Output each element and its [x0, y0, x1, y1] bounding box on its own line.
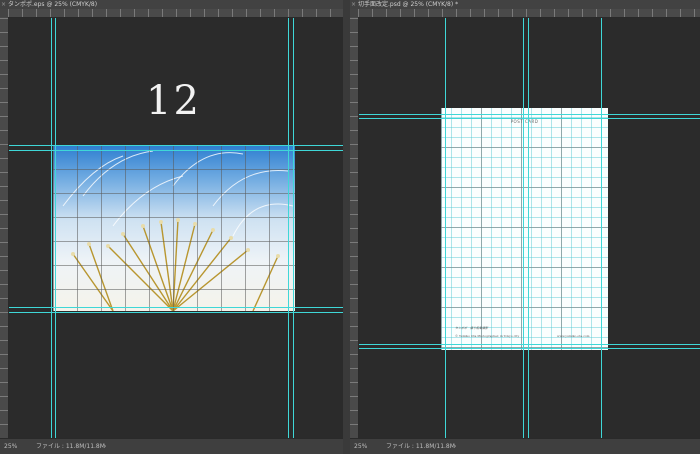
guide-horizontal[interactable]: [359, 114, 700, 115]
close-icon[interactable]: ×: [351, 0, 356, 9]
right-document-tab[interactable]: × 切手面改定.psd @ 25% (CMYK/8) *: [350, 0, 700, 9]
number-label: 12: [146, 78, 201, 124]
guide-horizontal[interactable]: [9, 150, 343, 151]
ruler-corner[interactable]: [350, 9, 358, 17]
postcard-caption: タンポポ 撮り鉛筆撮影: [455, 326, 489, 330]
right-tab-title: 切手面改定.psd @ 25% (CMYK/8) *: [358, 1, 459, 8]
guide-vertical[interactable]: [445, 18, 446, 439]
guide-vertical[interactable]: [523, 18, 524, 439]
vertical-ruler[interactable]: [0, 17, 9, 439]
left-status-bar: 25% ファイル : 11.8M/11.8M ›: [0, 438, 343, 454]
left-canvas[interactable]: 12: [9, 18, 343, 439]
horizontal-ruler[interactable]: [358, 9, 700, 18]
zoom-level[interactable]: 25%: [4, 439, 17, 454]
guide-vertical[interactable]: [51, 18, 52, 439]
guide-horizontal[interactable]: [9, 307, 343, 308]
file-size: ファイル : 11.8M/11.8M: [386, 443, 455, 450]
chevron-right-icon[interactable]: ›: [104, 439, 106, 454]
guide-horizontal[interactable]: [359, 118, 700, 119]
guide-horizontal[interactable]: [359, 344, 700, 345]
guide-horizontal[interactable]: [9, 145, 343, 146]
horizontal-ruler[interactable]: [8, 9, 343, 18]
file-size: ファイル : 11.8M/11.8M: [36, 443, 105, 450]
guide-horizontal[interactable]: [9, 312, 343, 313]
photo-grid-overlay: [53, 146, 295, 311]
left-document-tab[interactable]: × タンポポ.eps @ 25% (CMYK/8): [0, 0, 343, 9]
left-tab-title: タンポポ.eps @ 25% (CMYK/8): [8, 1, 98, 8]
postcard-copyright: © Yumiko Ota Photographer, in Tokyo city: [455, 334, 520, 338]
close-icon[interactable]: ×: [1, 0, 6, 9]
chevron-right-icon[interactable]: ›: [454, 439, 456, 454]
postcard-title: POST CARD: [510, 119, 539, 124]
right-status-bar: 25% ファイル : 11.8M/11.8M ›: [350, 438, 700, 454]
right-canvas[interactable]: POST CARD タンポポ 撮り鉛筆撮影 © Yumiko Ota Photo…: [359, 18, 700, 439]
dandelion-photo: [53, 146, 295, 311]
right-document-window[interactable]: × 切手面改定.psd @ 25% (CMYK/8) * POST CARD タ…: [350, 0, 700, 454]
vertical-ruler[interactable]: [350, 17, 359, 439]
left-document-window[interactable]: × タンポポ.eps @ 25% (CMYK/8) 12 25% ファイル: …: [0, 0, 343, 454]
guide-horizontal[interactable]: [359, 348, 700, 349]
guide-vertical[interactable]: [293, 18, 294, 439]
guide-vertical[interactable]: [601, 18, 602, 439]
postcard-grid-major: [441, 108, 608, 350]
guide-vertical[interactable]: [528, 18, 529, 439]
guide-vertical[interactable]: [55, 18, 56, 439]
ruler-corner[interactable]: [0, 9, 8, 17]
postcard-url: www.yumiko-ota.com: [557, 334, 590, 338]
guide-vertical[interactable]: [288, 18, 289, 439]
zoom-level[interactable]: 25%: [354, 439, 367, 454]
postcard-document: POST CARD タンポポ 撮り鉛筆撮影 © Yumiko Ota Photo…: [441, 108, 608, 350]
